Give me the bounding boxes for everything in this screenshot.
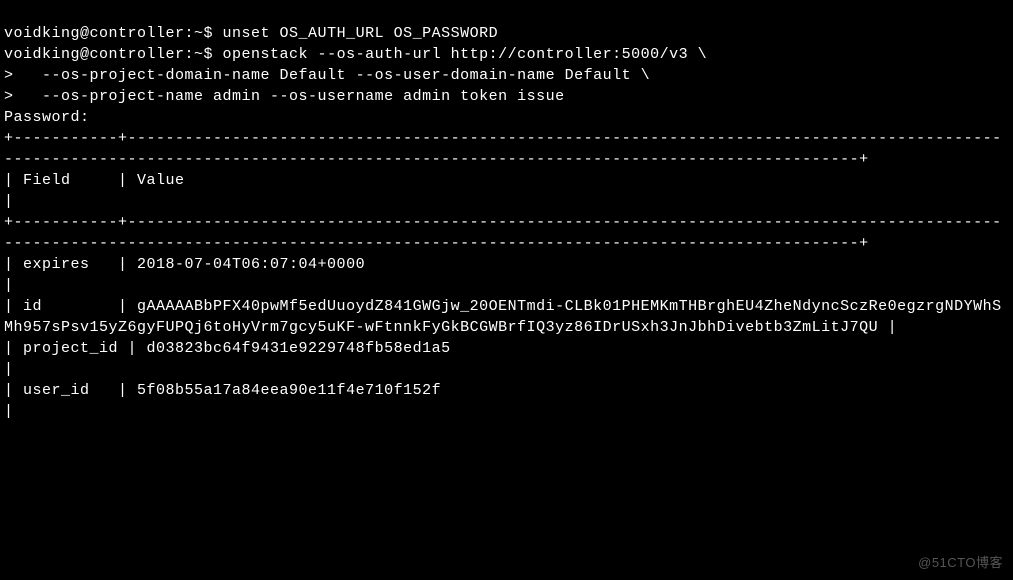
table-header: | Field | Value: [4, 172, 1013, 210]
table-border: +-----------+---------------------------…: [4, 214, 1002, 252]
field-value-id: gAAAAABbPFX40pwMf5edUuoydZ841GWGjw_20OEN…: [4, 298, 1002, 336]
command-2-line1: openstack --os-auth-url http://controlle…: [223, 46, 708, 63]
continuation-prompt: >: [4, 67, 42, 84]
continuation-prompt: >: [4, 88, 42, 105]
watermark-label: @51CTO博客: [918, 554, 1003, 572]
field-value-expires: 2018-07-04T06:07:04+0000 |: [4, 256, 1013, 294]
field-value-project-id: d03823bc64f9431e9229748fb58ed1a5 |: [4, 340, 1013, 378]
field-label-id: | id |: [4, 298, 137, 315]
field-label-expires: | expires |: [4, 256, 137, 273]
command-1: unset OS_AUTH_URL OS_PASSWORD: [223, 25, 499, 42]
shell-prompt: voidking@controller:~$: [4, 25, 223, 42]
table-row: | expires | 2018-07-04T06:07:04+0000 |: [4, 256, 1013, 294]
table-row: | project_id | d03823bc64f9431e9229748fb…: [4, 340, 1013, 378]
field-label-user-id: | user_id |: [4, 382, 137, 399]
shell-prompt: voidking@controller:~$: [4, 46, 223, 63]
command-2-line3: --os-project-name admin --os-username ad…: [42, 88, 565, 105]
table-border: +-----------+---------------------------…: [4, 130, 1002, 168]
command-2-line2: --os-project-domain-name Default --os-us…: [42, 67, 650, 84]
table-row: | user_id | 5f08b55a17a84eea90e11f4e710f…: [4, 382, 1013, 420]
password-prompt: Password:: [4, 109, 90, 126]
field-label-project-id: | project_id |: [4, 340, 147, 357]
table-row: | id | gAAAAABbPFX40pwMf5edUuoydZ841GWGj…: [4, 298, 1002, 336]
field-value-user-id: 5f08b55a17a84eea90e11f4e710f152f |: [4, 382, 1013, 420]
terminal-output[interactable]: voidking@controller:~$ unset OS_AUTH_URL…: [4, 2, 1009, 422]
